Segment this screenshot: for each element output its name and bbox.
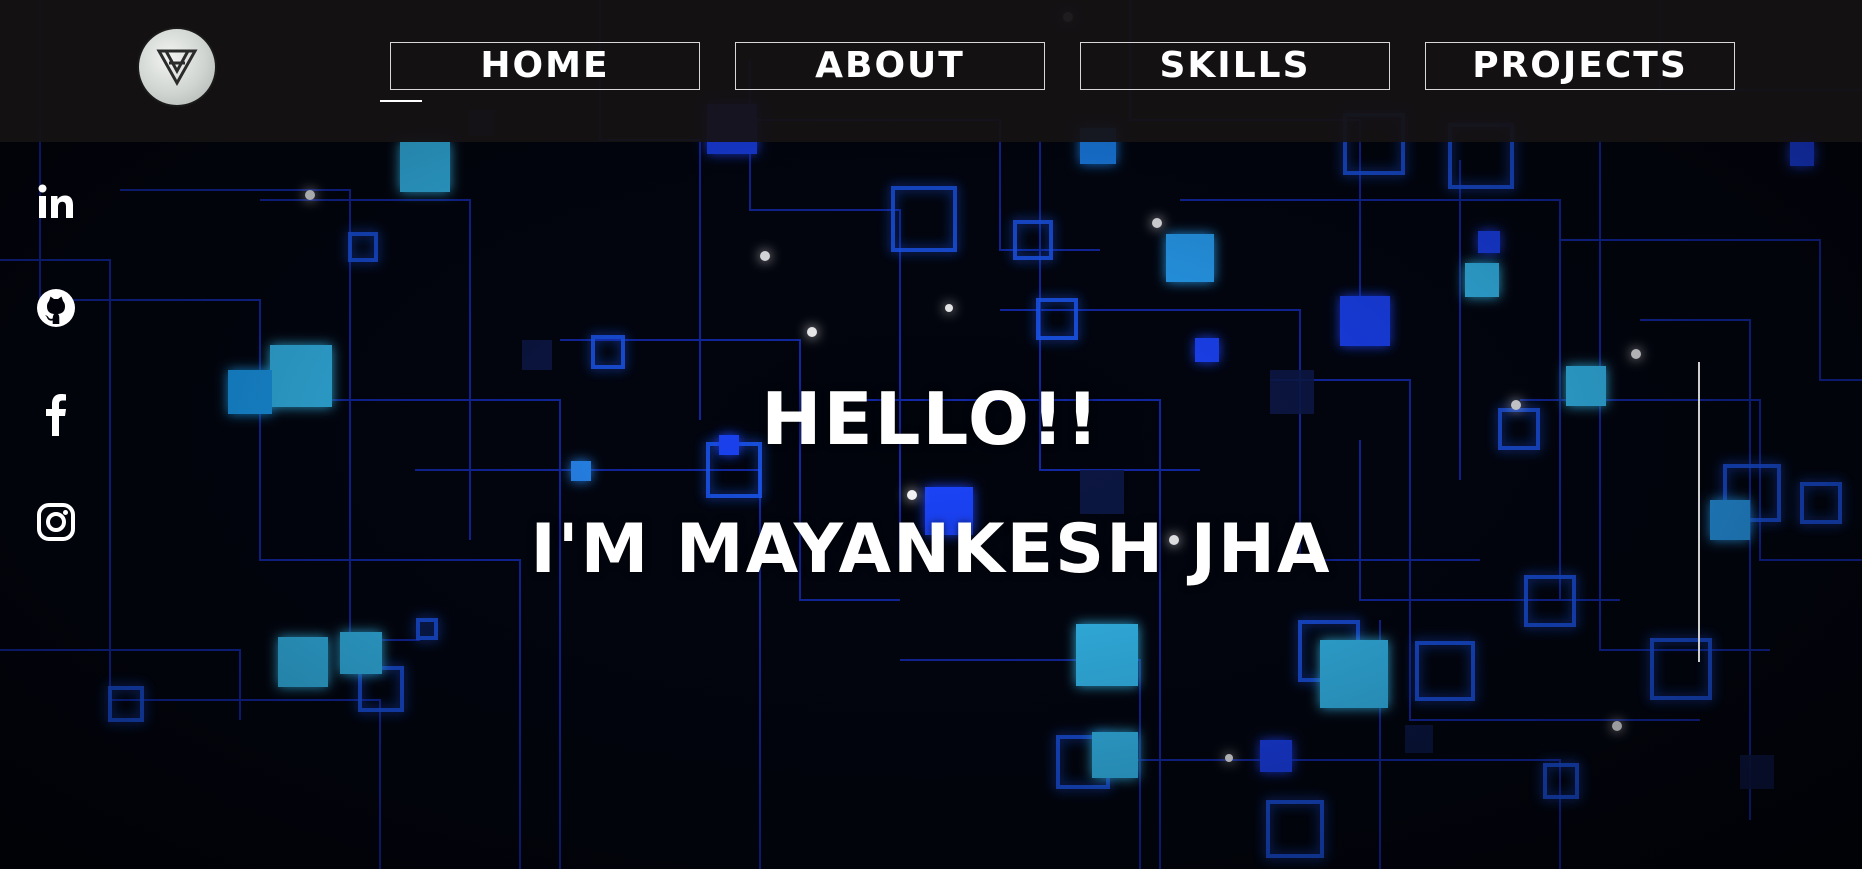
linkedin-icon [38, 184, 73, 218]
nav-projects-button[interactable]: PROJECTS [1425, 42, 1735, 90]
site-logo[interactable] [139, 29, 215, 105]
nav-about-button[interactable]: ABOUT [735, 42, 1045, 90]
decorative-vertical-line [1698, 362, 1700, 662]
nav-skills-button[interactable]: SKILLS [1080, 42, 1390, 90]
github-link[interactable] [34, 286, 78, 330]
hero-greeting: HELLO!! [761, 377, 1101, 461]
github-icon [37, 289, 75, 327]
active-nav-indicator [380, 100, 422, 102]
nav-home-button[interactable]: HOME [390, 42, 700, 90]
linkedin-link[interactable] [34, 180, 78, 224]
hero-name-heading: I'M MAYANKESH JHA [530, 510, 1332, 589]
triangles-logo-icon [156, 49, 198, 87]
